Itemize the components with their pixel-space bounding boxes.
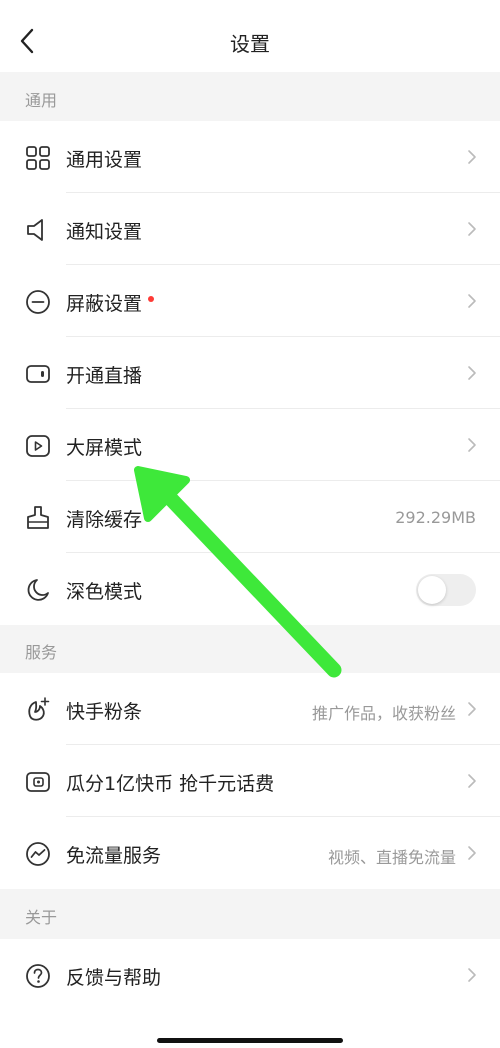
- section-label: 服务: [25, 643, 58, 662]
- row-start-live[interactable]: 开通直播: [0, 337, 500, 409]
- toggle-knob: [418, 576, 446, 604]
- row-general-settings[interactable]: 通用设置: [0, 121, 500, 193]
- row-notification-settings[interactable]: 通知设置: [0, 193, 500, 265]
- row-hint: 视频、直播免流量: [327, 848, 456, 867]
- row-label: 屏蔽设置: [66, 289, 155, 316]
- play-screen-icon: [26, 435, 50, 457]
- section-label: 通用: [25, 91, 58, 110]
- chevron-right-icon: [468, 702, 476, 716]
- row-label: 清除缓存: [66, 509, 143, 531]
- grid-icon: [26, 146, 50, 170]
- wallet-icon: [26, 772, 50, 792]
- row-label: 通知设置: [66, 221, 143, 243]
- chevron-right-icon: [468, 366, 476, 380]
- row-block-settings[interactable]: 屏蔽设置: [0, 265, 500, 337]
- chevron-right-icon: [468, 438, 476, 452]
- section-header-service: 服务: [0, 625, 500, 673]
- page-title: 设置: [230, 32, 270, 56]
- dark-mode-toggle[interactable]: [416, 574, 476, 606]
- chevron-right-icon: [468, 846, 476, 860]
- new-dot-badge: [148, 295, 155, 302]
- chevron-right-icon: [468, 150, 476, 164]
- home-indicator: [157, 1038, 343, 1043]
- row-label: 大屏模式: [66, 437, 143, 459]
- row-label: 免流量服务: [66, 845, 162, 867]
- block-minus-icon: [26, 290, 50, 314]
- row-feedback-help[interactable]: 反馈与帮助: [0, 939, 500, 1011]
- cache-size-value: 292.29MB: [395, 508, 476, 527]
- row-label: 反馈与帮助: [66, 967, 162, 989]
- row-clear-cache[interactable]: 清除缓存 292.29MB: [0, 481, 500, 553]
- row-label: 深色模式: [66, 581, 143, 603]
- row-label: 快手粉条: [66, 701, 143, 723]
- row-big-screen-mode[interactable]: 大屏模式: [0, 409, 500, 481]
- section-label: 关于: [25, 908, 58, 927]
- chevron-right-icon: [468, 222, 476, 236]
- row-label: 开通直播: [66, 365, 143, 387]
- row-label: 通用设置: [66, 149, 143, 171]
- header: 设置: [0, 0, 500, 72]
- chevron-right-icon: [468, 774, 476, 788]
- row-label-text: 屏蔽设置: [66, 293, 143, 315]
- speaker-icon: [27, 219, 43, 241]
- row-label: 瓜分1亿快币 抢千元话费: [66, 773, 275, 795]
- broom-icon: [27, 506, 49, 529]
- row-hint: 推广作品，收获粉丝: [311, 704, 456, 723]
- section-header-general: 通用: [0, 72, 500, 121]
- rocket-plus-icon: [28, 697, 50, 721]
- chevron-right-icon: [468, 294, 476, 308]
- row-kuaishou-fentiao[interactable]: 快手粉条 推广作品，收获粉丝: [0, 673, 500, 745]
- row-free-data-service[interactable]: 免流量服务 视频、直播免流量: [0, 817, 500, 889]
- video-camera-icon: [26, 365, 50, 383]
- section-header-about: 关于: [0, 889, 500, 939]
- traffic-wave-icon: [26, 842, 50, 866]
- row-dark-mode: 深色模式: [0, 553, 500, 625]
- moon-icon: [27, 579, 49, 601]
- row-coin-promo[interactable]: 瓜分1亿快币 抢千元话费: [0, 745, 500, 817]
- chevron-right-icon: [468, 968, 476, 982]
- help-question-icon: [26, 964, 50, 988]
